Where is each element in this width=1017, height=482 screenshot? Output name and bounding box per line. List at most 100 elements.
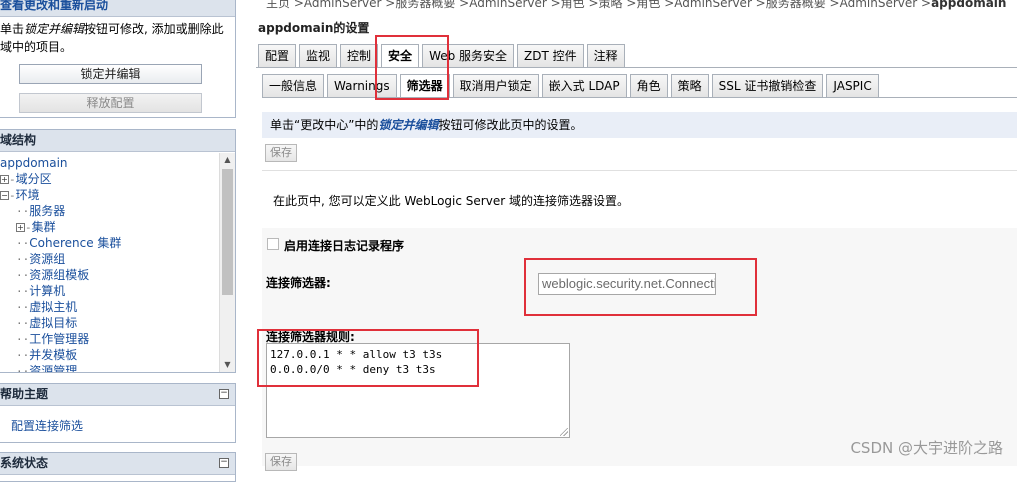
- sub-tab[interactable]: JASPIC: [826, 74, 878, 98]
- sub-tab[interactable]: 角色: [630, 74, 668, 98]
- tree-guide: ··: [16, 349, 29, 362]
- tree-item-label[interactable]: 域分区: [16, 172, 52, 186]
- expand-icon[interactable]: +: [0, 175, 9, 184]
- sub-tab[interactable]: 取消用户锁定: [453, 74, 539, 98]
- main-tab[interactable]: 安全: [381, 44, 419, 68]
- change-center-panel: 查看更改和重新启动 单击锁定并编辑按钮可修改, 添加或删除此 域中的项目。 锁定…: [0, 0, 236, 118]
- tree-item[interactable]: ··Coherence 集群: [16, 235, 121, 252]
- system-status-panel: 系统状态 −: [0, 452, 236, 482]
- tree-item[interactable]: +-域分区: [0, 171, 52, 188]
- help-panel: 帮助主题 − 配置连接筛选: [0, 383, 236, 443]
- tree-item-label[interactable]: 资源组: [29, 252, 65, 266]
- help-link-connection-filter[interactable]: 配置连接筛选: [11, 417, 83, 434]
- tree-guide: ··: [16, 269, 29, 282]
- main-tab[interactable]: 注释: [587, 44, 625, 68]
- breadcrumb-path[interactable]: 主页 >AdminServer >服务器概要 >AdminServer >角色 …: [266, 0, 931, 10]
- tree-item-label[interactable]: 虚拟主机: [29, 300, 77, 314]
- tree-guide: ··: [16, 253, 29, 266]
- release-configuration-button[interactable]: 释放配置: [19, 93, 202, 113]
- main-tab[interactable]: 配置: [258, 44, 296, 68]
- page-title: appdomain的设置: [258, 19, 369, 36]
- tree-item-label[interactable]: 集群: [32, 220, 56, 234]
- filter-rule-line: 0.0.0.0/0 * * deny t3 t3s: [270, 362, 566, 377]
- tree-item-label[interactable]: Coherence 集群: [29, 236, 121, 250]
- lock-and-edit-button[interactable]: 锁定并编辑: [19, 64, 202, 84]
- tree-guide: ··: [16, 317, 29, 330]
- scroll-down-icon[interactable]: ▼: [220, 358, 235, 372]
- filter-rule-line: 127.0.0.1 * * allow t3 t3s: [270, 347, 566, 362]
- sub-tab[interactable]: 筛选器: [400, 74, 450, 98]
- tree-item-label[interactable]: 并发模板: [29, 348, 77, 362]
- tree-guide: ··: [16, 333, 29, 346]
- tree-item[interactable]: ··计算机: [16, 283, 65, 300]
- tree-item[interactable]: appdomain: [0, 155, 68, 171]
- page-description: 在此页中, 您可以定义此 WebLogic Server 域的连接筛选器设置。: [273, 192, 629, 209]
- tree-item[interactable]: ··并发模板: [16, 347, 77, 364]
- domain-structure-title: 域结构: [0, 130, 235, 152]
- divider: [262, 170, 1017, 171]
- tree-guide: ··: [16, 365, 29, 372]
- save-button-top[interactable]: 保存: [265, 144, 297, 162]
- info-message: 单击“更改中心”中的锁定并编辑按钮可修改此页中的设置。: [262, 112, 1017, 138]
- sub-tabs-baseline: [262, 97, 1017, 98]
- tree-guide: -: [9, 173, 16, 186]
- expand-icon[interactable]: +: [16, 223, 25, 232]
- tree-guide: -: [25, 221, 32, 234]
- sub-tab[interactable]: 嵌入式 LDAP: [542, 74, 627, 98]
- sub-tab[interactable]: SSL 证书撤销检查: [712, 74, 824, 98]
- tree-item-label[interactable]: 虚拟目标: [29, 316, 77, 330]
- tree-item[interactable]: ··虚拟主机: [16, 299, 77, 316]
- scroll-up-icon[interactable]: ▲: [220, 153, 235, 167]
- system-status-title: 系统状态: [0, 453, 235, 475]
- watermark: CSDN @大宇进阶之路: [850, 437, 1003, 458]
- sub-tab[interactable]: 策略: [671, 74, 709, 98]
- connection-filter-input[interactable]: weblogic.security.net.ConnectionFilterIm…: [538, 273, 716, 295]
- breadcrumb-current: appdomain: [931, 0, 1006, 10]
- tree-item[interactable]: ··虚拟目标: [16, 315, 77, 332]
- breadcrumb: 主页 >AdminServer >服务器概要 >AdminServer >角色 …: [266, 0, 1006, 11]
- domain-structure-panel: 域结构 appdomain+-域分区−-环境··服务器+-集群··Coheren…: [0, 129, 236, 373]
- tree-item-label[interactable]: 工作管理器: [29, 332, 89, 346]
- sub-tab[interactable]: 一般信息: [262, 74, 324, 98]
- scroll-thumb[interactable]: [222, 169, 233, 295]
- help-title: 帮助主题: [0, 384, 235, 406]
- tree-item[interactable]: −-环境: [0, 187, 40, 204]
- save-button-bottom[interactable]: 保存: [265, 453, 297, 471]
- tree-item[interactable]: ··服务器: [16, 203, 65, 220]
- domain-tree: appdomain+-域分区−-环境··服务器+-集群··Coherence 集…: [0, 154, 218, 372]
- main-tab[interactable]: Web 服务安全: [422, 44, 514, 68]
- enable-connection-logger-checkbox[interactable]: [267, 238, 279, 250]
- minimize-icon[interactable]: −: [219, 458, 229, 468]
- main-tab[interactable]: 控制: [340, 44, 378, 68]
- tree-item-label[interactable]: 环境: [16, 188, 40, 202]
- tree-item-label[interactable]: 服务器: [29, 204, 65, 218]
- main-tab[interactable]: ZDT 控件: [517, 44, 584, 68]
- enable-connection-logger-label: 启用连接日志记录程序: [284, 237, 404, 254]
- sub-tabs: 一般信息Warnings筛选器取消用户锁定嵌入式 LDAP角色策略SSL 证书撤…: [262, 74, 882, 98]
- resize-grip-icon[interactable]: [560, 428, 568, 436]
- tree-item[interactable]: ··资源组模板: [16, 267, 89, 284]
- tree-item[interactable]: ··工作管理器: [16, 331, 89, 348]
- minimize-icon[interactable]: −: [219, 389, 229, 399]
- tree-item-label[interactable]: appdomain: [0, 156, 68, 170]
- collapse-icon[interactable]: −: [0, 191, 9, 200]
- main-tabs-baseline: [256, 67, 1017, 68]
- tree-guide: ··: [16, 205, 29, 218]
- tree-guide: ··: [16, 237, 29, 250]
- tree-guide: ··: [16, 301, 29, 314]
- tree-item-label[interactable]: 资源组模板: [29, 268, 89, 282]
- main-tab[interactable]: 监视: [299, 44, 337, 68]
- tree-item[interactable]: +-集群: [16, 219, 56, 236]
- tree-item-label[interactable]: 计算机: [29, 284, 65, 298]
- change-center-text: 单击锁定并编辑按钮可修改, 添加或删除此 域中的项目。: [0, 20, 234, 56]
- tree-guide: -: [9, 189, 16, 202]
- tree-item[interactable]: ··资源组: [16, 251, 65, 268]
- connection-filter-label: 连接筛选器:: [266, 274, 331, 291]
- tree-scrollbar[interactable]: ▲ ▼: [219, 153, 235, 372]
- tree-item-label[interactable]: 资源管理: [29, 364, 77, 372]
- change-center-title: 查看更改和重新启动: [0, 0, 235, 17]
- connection-filter-rules-textarea[interactable]: 127.0.0.1 * * allow t3 t3s0.0.0.0/0 * * …: [266, 343, 570, 438]
- tree-item[interactable]: ··资源管理: [16, 363, 77, 372]
- sub-tab[interactable]: Warnings: [327, 74, 397, 98]
- main-tabs: 配置监视控制安全Web 服务安全ZDT 控件注释: [258, 44, 628, 68]
